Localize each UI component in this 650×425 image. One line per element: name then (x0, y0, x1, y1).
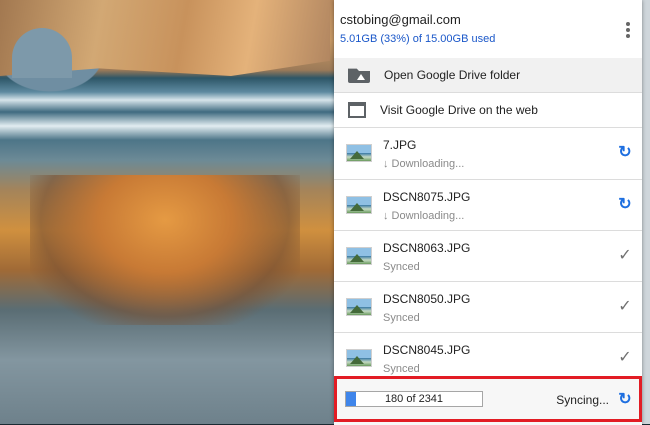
wallpaper-reflection (30, 175, 300, 325)
file-row[interactable]: DSCN8063.JPG Synced ✓ (334, 231, 642, 281)
visit-drive-web-label: Visit Google Drive on the web (380, 103, 538, 117)
file-status: Synced (383, 363, 420, 375)
image-thumbnail-icon (346, 196, 372, 214)
image-thumbnail-icon (346, 247, 372, 265)
sync-footer: 180 of 2341 Syncing... ↻ (334, 376, 642, 425)
open-drive-folder-label: Open Google Drive folder (384, 68, 521, 82)
more-options-icon[interactable] (622, 20, 634, 42)
image-thumbnail-icon (346, 144, 372, 162)
check-icon: ✓ (618, 298, 632, 315)
file-row[interactable]: DSCN8075.JPG ↓ Downloading... ↻ (334, 180, 642, 230)
file-name: DSCN8075.JPG (383, 190, 471, 204)
image-thumbnail-icon (346, 298, 372, 316)
drive-folder-icon (348, 68, 370, 83)
file-status: ↓ Downloading... (383, 158, 465, 170)
account-header: cstobing@gmail.com 5.01GB (33%) of 15.00… (334, 0, 642, 58)
sync-icon: ↻ (618, 144, 632, 161)
check-icon: ✓ (618, 247, 632, 264)
file-row[interactable]: DSCN8050.JPG Synced ✓ (334, 282, 642, 332)
google-drive-panel: cstobing@gmail.com 5.01GB (33%) of 15.00… (334, 0, 642, 425)
file-name: DSCN8063.JPG (383, 241, 471, 255)
account-email: cstobing@gmail.com (340, 12, 461, 27)
open-drive-folder-item[interactable]: Open Google Drive folder (334, 58, 642, 92)
file-name: DSCN8050.JPG (383, 292, 471, 306)
file-row[interactable]: 7.JPG ↓ Downloading... ↻ (334, 128, 642, 178)
file-status: Synced (383, 261, 420, 273)
file-name: 7.JPG (383, 138, 417, 152)
file-status: Synced (383, 312, 420, 324)
background-edge (642, 0, 650, 424)
sync-icon: ↻ (618, 196, 632, 213)
image-thumbnail-icon (346, 349, 372, 367)
sync-status-text: Syncing... (556, 393, 609, 407)
storage-usage[interactable]: 5.01GB (33%) of 15.00GB used (340, 33, 495, 45)
browser-window-icon (348, 102, 366, 118)
sync-progress-bar: 180 of 2341 (345, 391, 483, 407)
file-status: ↓ Downloading... (383, 210, 465, 222)
visit-drive-web-item[interactable]: Visit Google Drive on the web (334, 93, 642, 127)
sync-icon[interactable]: ↻ (616, 391, 634, 409)
sync-progress-text: 180 of 2341 (384, 393, 444, 405)
file-name: DSCN8045.JPG (383, 343, 471, 357)
check-icon: ✓ (618, 349, 632, 366)
